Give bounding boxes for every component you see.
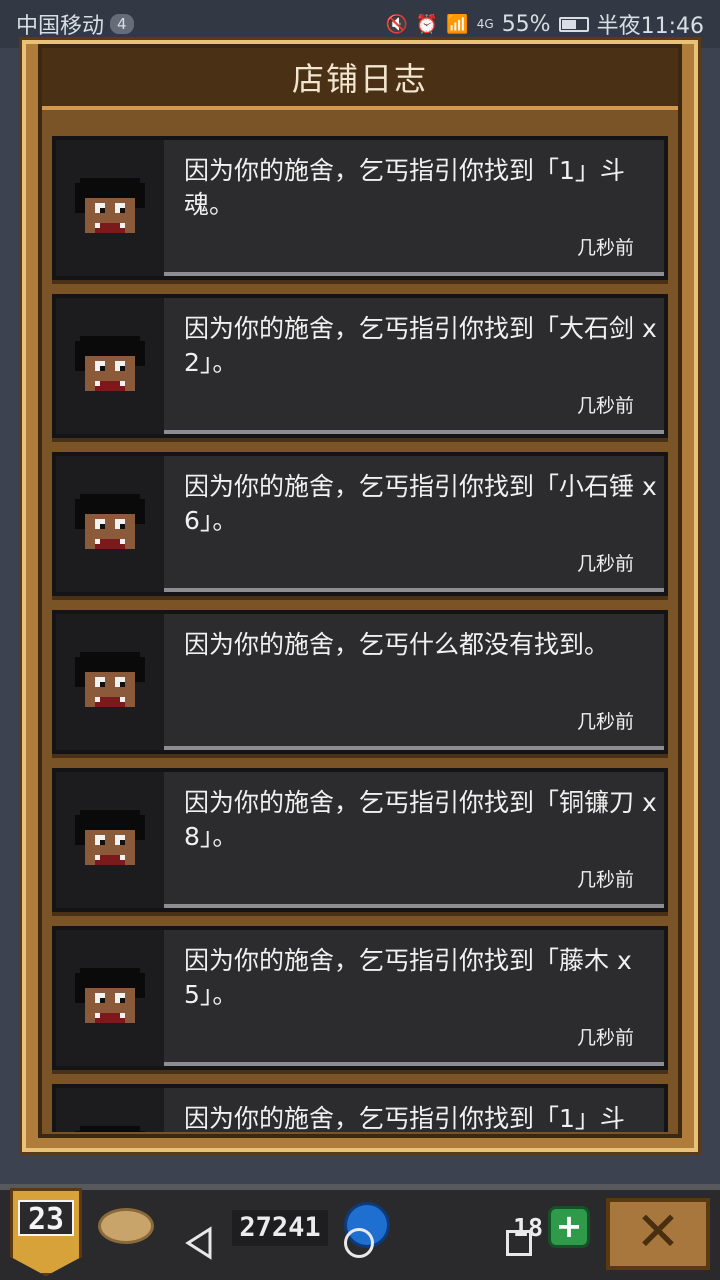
log-entry[interactable]: 因为你的施舍，乞丐指引你找到「藤木 x 5」。几秒前	[52, 926, 668, 1070]
beggar-avatar-icon	[75, 178, 145, 233]
avatar-box	[56, 140, 164, 276]
log-time: 几秒前	[576, 869, 634, 891]
status-left: 中国移动 4	[16, 8, 134, 40]
level-number: 23	[18, 1200, 74, 1237]
log-message: 因为你的施舍，乞丐指引你找到「铜镰刀 x 8」。	[184, 788, 657, 851]
beggar-avatar-icon	[75, 494, 145, 549]
log-entry[interactable]: 因为你的施舍，乞丐指引你找到「铜镰刀 x 8」。几秒前	[52, 768, 668, 912]
nav-home-icon[interactable]	[344, 1228, 374, 1258]
beggar-avatar-icon	[75, 968, 145, 1023]
wifi-icon: 📶	[446, 13, 469, 35]
status-right: 🔇 ⏰ 📶 4G 55% 半夜11:46	[385, 8, 704, 40]
nav-recent-icon[interactable]	[506, 1230, 532, 1256]
avatar-box	[56, 298, 164, 434]
mute-icon: 🔇	[385, 13, 408, 35]
add-gems-button[interactable]: +	[548, 1206, 590, 1248]
log-message: 因为你的施舍，乞丐指引你找到「大石剑 x 2」。	[184, 314, 657, 377]
avatar-box	[56, 614, 164, 750]
battery-percent: 55%	[501, 11, 551, 37]
log-message: 因为你的施舍，乞丐指引你找到「藤木 x 5」。	[184, 946, 632, 1009]
log-time: 几秒前	[576, 553, 634, 575]
panel-title-bar: 店铺日志	[42, 48, 678, 110]
log-time: 几秒前	[576, 237, 634, 259]
log-entry[interactable]: 因为你的施舍，乞丐指引你找到「1」斗魂。几秒前	[52, 1084, 668, 1132]
log-time: 几秒前	[576, 1027, 634, 1049]
log-time: 几秒前	[576, 711, 634, 733]
beggar-avatar-icon	[75, 652, 145, 707]
beggar-avatar-icon	[75, 1126, 145, 1132]
log-message: 因为你的施舍，乞丐指引你找到「1」斗魂。	[184, 156, 625, 219]
clock: 半夜11:46	[596, 14, 704, 39]
close-button[interactable]: ✕	[606, 1198, 710, 1270]
log-message: 因为你的施舍，乞丐什么都没有找到。	[184, 630, 610, 659]
log-entry[interactable]: 因为你的施舍，乞丐指引你找到「1」斗魂。几秒前	[52, 136, 668, 280]
log-entry[interactable]: 因为你的施舍，乞丐指引你找到「小石锤 x 6」。几秒前	[52, 452, 668, 596]
log-message: 因为你的施舍，乞丐指引你找到「1」斗魂。	[184, 1104, 625, 1132]
coin-icon	[98, 1208, 154, 1244]
carrier-label: 中国移动	[16, 14, 105, 39]
gold-count: 27241	[232, 1210, 328, 1246]
battery-icon	[558, 16, 589, 32]
battery-fill	[561, 19, 576, 29]
avatar-box	[56, 456, 164, 592]
log-message: 因为你的施舍，乞丐指引你找到「小石锤 x 6」。	[184, 472, 657, 535]
notification-badge: 4	[110, 14, 134, 34]
alarm-icon: ⏰	[415, 13, 439, 35]
avatar-box	[56, 930, 164, 1066]
avatar-box	[56, 772, 164, 908]
beggar-avatar-icon	[75, 810, 145, 865]
panel-title: 店铺日志	[291, 60, 428, 98]
nav-back-icon[interactable]	[184, 1226, 214, 1260]
beggar-avatar-icon	[75, 336, 145, 391]
log-entry[interactable]: 因为你的施舍，乞丐指引你找到「大石剑 x 2」。几秒前	[52, 294, 668, 438]
log-list[interactable]: 因为你的施舍，乞丐指引你找到「1」斗魂。 几秒前 因为你的施舍，乞丐指引你找到「大石…	[52, 136, 668, 1132]
network-type-label: 4G	[476, 17, 494, 31]
log-entry[interactable]: 因为你的施舍，乞丐什么都没有找到。几秒前	[52, 610, 668, 754]
log-time: 几秒前	[576, 395, 634, 417]
avatar-box	[56, 1088, 164, 1132]
